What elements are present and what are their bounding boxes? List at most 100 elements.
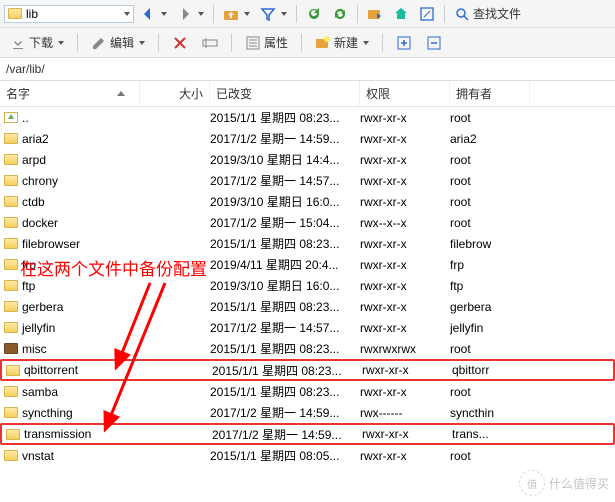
cell-name: filebrowser xyxy=(4,237,140,251)
cell-owner: filebrow xyxy=(450,237,530,251)
download-button[interactable]: 下载 xyxy=(6,32,68,53)
folder-icon xyxy=(4,386,18,397)
home-button[interactable] xyxy=(389,4,413,24)
new-button[interactable]: 新建 xyxy=(311,32,373,53)
find-button[interactable]: 查找文件 xyxy=(450,3,525,24)
cell-owner: frp xyxy=(450,258,530,272)
cell-owner: root xyxy=(450,216,530,230)
edit-label: 编辑 xyxy=(110,34,134,51)
header-changed[interactable]: 已改变 xyxy=(210,81,360,106)
delete-button[interactable] xyxy=(168,33,192,53)
parent-dir-button[interactable] xyxy=(219,4,254,24)
separator xyxy=(296,5,297,23)
header-changed-label: 已改变 xyxy=(216,87,252,101)
new-label: 新建 xyxy=(334,34,358,51)
cell-owner: root xyxy=(450,342,530,356)
cell-name: frp xyxy=(4,258,140,272)
chevron-down-icon xyxy=(281,12,287,16)
toolbar-navigation: lib 查找文件 xyxy=(0,0,615,28)
cell-changed: 2015/1/1 星期四 08:23... xyxy=(210,109,360,126)
cell-perm: rwxr-xr-x xyxy=(360,237,450,251)
folder-icon xyxy=(4,154,18,165)
path-bar[interactable]: /var/lib/ xyxy=(0,58,615,81)
cell-owner: root xyxy=(450,153,530,167)
go-folder-button[interactable] xyxy=(363,4,387,24)
cell-name: ctdb xyxy=(4,195,140,209)
back-button[interactable] xyxy=(136,4,171,24)
parent-dir-icon xyxy=(4,112,18,123)
file-name: samba xyxy=(22,385,58,399)
path-combo-text: lib xyxy=(26,7,118,21)
table-row[interactable]: gerbera2015/1/1 星期四 08:23...rwxr-xr-xger… xyxy=(0,296,615,317)
header-perm[interactable]: 权限 xyxy=(360,81,450,106)
download-label: 下载 xyxy=(29,34,53,51)
cell-changed: 2017/1/2 星期一 14:59... xyxy=(210,404,360,421)
table-row[interactable]: arpd 2019/3/10 星期日 14:4...rwxr-xr-xroot xyxy=(0,149,615,170)
separator xyxy=(444,5,445,23)
cell-name: jellyfin xyxy=(4,321,140,335)
refresh2-button[interactable] xyxy=(328,4,352,24)
table-row[interactable]: ..2015/1/1 星期四 08:23...rwxr-xr-xroot xyxy=(0,107,615,128)
file-name: chrony xyxy=(22,174,58,188)
cell-name: .. xyxy=(4,111,140,125)
cell-name: ftp xyxy=(4,279,140,293)
toolbar-actions: 下载 编辑 属性 新建 xyxy=(0,28,615,58)
table-row[interactable]: misc2015/1/1 星期四 08:23...rwxrwxrwxroot xyxy=(0,338,615,359)
separator xyxy=(77,34,78,52)
file-name: .. xyxy=(22,111,29,125)
rename-button[interactable] xyxy=(198,33,222,53)
cell-perm: rwxr-xr-x xyxy=(360,449,450,463)
header-size[interactable]: 大小 xyxy=(140,81,210,106)
header-name-label: 名字 xyxy=(6,85,30,102)
edit-button[interactable]: 编辑 xyxy=(87,32,149,53)
file-listing: ..2015/1/1 星期四 08:23...rwxr-xr-xrootaria… xyxy=(0,107,615,466)
cell-owner: root xyxy=(450,385,530,399)
table-row[interactable]: ctdb2019/3/10 星期日 16:0...rwxr-xr-xroot xyxy=(0,191,615,212)
cell-changed: 2017/1/2 星期一 14:59... xyxy=(212,426,362,443)
cell-perm: rwxr-xr-x xyxy=(360,258,450,272)
watermark-badge: 值 xyxy=(519,470,545,496)
path-combo[interactable]: lib xyxy=(4,5,134,23)
header-owner[interactable]: 拥有者 xyxy=(450,81,530,106)
table-row[interactable]: syncthing2017/1/2 星期一 14:59...rwx------s… xyxy=(0,402,615,423)
cell-owner: ftp xyxy=(450,279,530,293)
cell-perm: rwxr-xr-x xyxy=(360,174,450,188)
table-row[interactable]: frp2019/4/11 星期四 20:4...rwxr-xr-xfrp xyxy=(0,254,615,275)
table-row[interactable]: chrony2017/1/2 星期一 14:57...rwxr-xr-xroot xyxy=(0,170,615,191)
cell-perm: rwx------ xyxy=(360,406,450,420)
cell-perm: rwxr-xr-x xyxy=(360,153,450,167)
path-text: /var/lib/ xyxy=(6,62,45,76)
add-button[interactable] xyxy=(392,33,416,53)
header-name[interactable]: 名字 xyxy=(0,81,140,106)
separator xyxy=(382,34,383,52)
table-row[interactable]: vnstat2015/1/1 星期四 08:05...rwxr-xr-xroot xyxy=(0,445,615,466)
table-row[interactable]: filebrowser2015/1/1 星期四 08:23...rwxr-xr-… xyxy=(0,233,615,254)
file-name: arpd xyxy=(22,153,46,167)
file-name: gerbera xyxy=(22,300,63,314)
table-row[interactable]: qbittorrent2015/1/1 星期四 08:23...rwxr-xr-… xyxy=(0,359,615,381)
folder-icon xyxy=(6,429,20,440)
file-name: vnstat xyxy=(22,449,54,463)
cell-perm: rwxr-xr-x xyxy=(360,321,450,335)
table-row[interactable]: transmission2017/1/2 星期一 14:59...rwxr-xr… xyxy=(0,423,615,445)
forward-button[interactable] xyxy=(173,4,208,24)
table-row[interactable]: jellyfin2017/1/2 星期一 14:57...rwxr-xr-xje… xyxy=(0,317,615,338)
table-row[interactable]: docker2017/1/2 星期一 15:04...rwx--x--xroot xyxy=(0,212,615,233)
table-row[interactable]: ftp2019/3/10 星期日 16:0...rwxr-xr-xftp xyxy=(0,275,615,296)
refresh-button[interactable] xyxy=(302,4,326,24)
cell-owner: jellyfin xyxy=(450,321,530,335)
remove-button[interactable] xyxy=(422,33,446,53)
separator xyxy=(357,5,358,23)
cell-changed: 2019/4/11 星期四 20:4... xyxy=(210,256,360,273)
chevron-down-icon xyxy=(161,12,167,16)
cell-owner: root xyxy=(450,195,530,209)
root-icon-button[interactable] xyxy=(415,4,439,24)
file-name: transmission xyxy=(24,427,91,441)
cell-changed: 2019/3/10 星期日 14:4... xyxy=(210,151,360,168)
table-row[interactable]: aria22017/1/2 星期一 14:59...rwxr-xr-xaria2 xyxy=(0,128,615,149)
table-row[interactable]: samba2015/1/1 星期四 08:23...rwxr-xr-xroot xyxy=(0,381,615,402)
filter-button[interactable] xyxy=(256,4,291,24)
properties-label: 属性 xyxy=(264,34,288,51)
properties-button[interactable]: 属性 xyxy=(241,32,292,53)
folder-icon xyxy=(4,217,18,228)
